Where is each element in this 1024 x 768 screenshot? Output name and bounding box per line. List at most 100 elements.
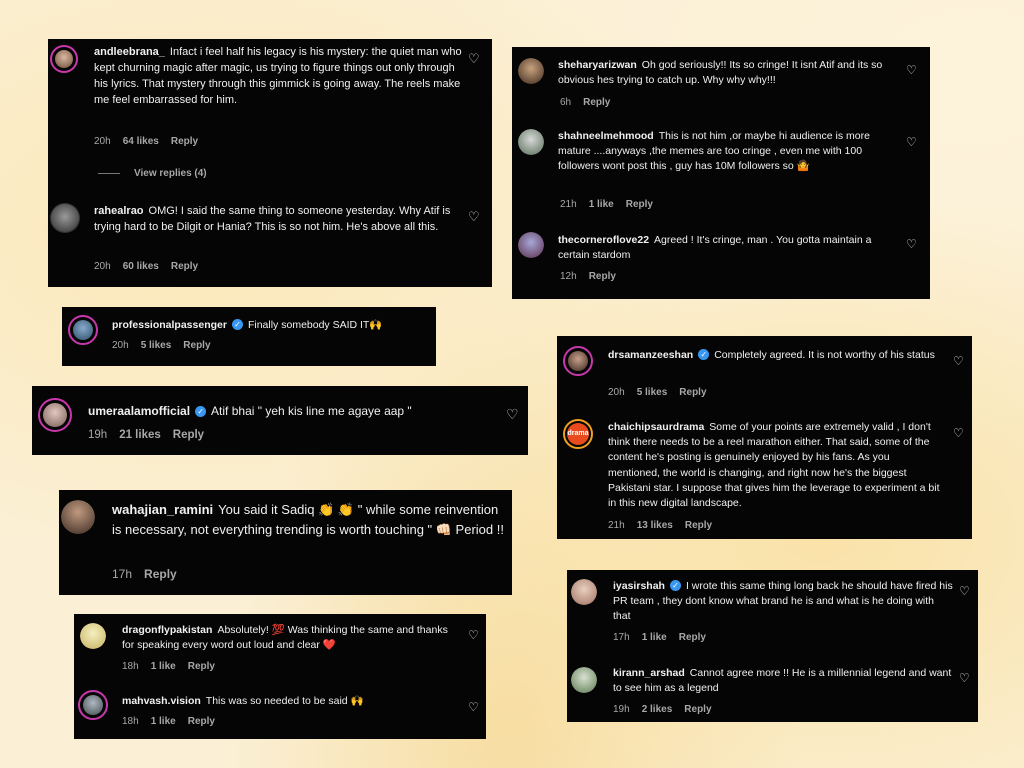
heart-icon[interactable]: ♡ — [468, 628, 479, 642]
likes-count[interactable]: 2 likes — [642, 704, 673, 715]
reply-button[interactable]: Reply — [173, 429, 204, 441]
likes-count[interactable]: 60 likes — [123, 261, 159, 272]
timestamp: 21h — [560, 199, 577, 210]
avatar[interactable] — [518, 129, 544, 155]
reply-button[interactable]: Reply — [679, 632, 706, 643]
heart-icon[interactable]: ♡ — [959, 671, 970, 685]
avatar[interactable] — [571, 579, 597, 605]
heart-icon[interactable]: ♡ — [506, 406, 519, 423]
avatar[interactable] — [80, 623, 106, 649]
username[interactable]: thecorneroflove22 — [558, 234, 649, 246]
avatar[interactable]: drama — [563, 419, 593, 449]
comment-card: professionalpassenger ✓ Finally somebody S… — [62, 307, 436, 366]
username[interactable]: chaichipsaurdrama — [608, 421, 704, 433]
comment-meta: 20h 5 likes Reply — [112, 340, 223, 351]
comment-text: sheharyarizwan Oh god seriously!! Its so … — [558, 59, 883, 87]
comment-text: thecorneroflove22 Agreed ! It's cringe, m… — [558, 234, 872, 262]
reply-button[interactable]: Reply — [144, 567, 177, 581]
likes-count[interactable]: 13 likes — [637, 520, 673, 531]
username[interactable]: sheharyarizwan — [558, 59, 637, 71]
username[interactable]: rahealrao — [94, 205, 144, 217]
verified-icon: ✓ — [231, 319, 243, 330]
avatar[interactable] — [563, 346, 593, 376]
heart-icon[interactable]: ♡ — [953, 426, 964, 440]
timestamp: 19h — [613, 704, 630, 715]
heart-icon[interactable]: ♡ — [468, 209, 480, 225]
username[interactable]: kirann_arshad — [613, 667, 685, 679]
reply-button[interactable]: Reply — [183, 340, 210, 351]
username[interactable]: mahvash.vision — [122, 695, 201, 707]
avatar[interactable] — [38, 398, 72, 432]
comment-text: shahneelmehmood This is not him ,or maybe… — [558, 130, 870, 173]
heart-icon[interactable]: ♡ — [468, 51, 480, 67]
likes-count[interactable]: 21 likes — [119, 429, 161, 441]
heart-icon[interactable]: ♡ — [953, 354, 964, 368]
heart-icon[interactable]: ♡ — [959, 584, 970, 598]
username[interactable]: wahajian_ramini — [112, 502, 213, 517]
comment-meta: 21h 13 likes Reply — [608, 520, 724, 531]
avatar[interactable] — [571, 667, 597, 693]
heart-icon[interactable]: ♡ — [906, 63, 917, 77]
comment-card: wahajian_ramini You said it Sadiq 👏 👏 " w… — [59, 490, 512, 595]
comment-meta: 21h 1 like Reply — [560, 199, 665, 210]
username[interactable]: iyasirshah — [613, 580, 665, 592]
comment-card: iyasirshah ✓ I wrote this same thing long … — [567, 570, 978, 722]
likes-count[interactable]: 1 like — [151, 661, 176, 672]
avatar[interactable] — [50, 203, 80, 233]
heart-icon[interactable]: ♡ — [906, 237, 917, 251]
reply-button[interactable]: Reply — [188, 716, 215, 727]
reply-button[interactable]: Reply — [171, 261, 198, 272]
likes-count[interactable]: 1 like — [589, 199, 614, 210]
avatar[interactable] — [50, 45, 78, 73]
reply-button[interactable]: Reply — [626, 199, 653, 210]
view-replies-button[interactable]: View replies (4) — [98, 168, 207, 179]
reply-button[interactable]: Reply — [685, 520, 712, 531]
comment-text: wahajian_ramini You said it Sadiq 👏 👏 " w… — [112, 502, 504, 537]
comment-card: drsamanzeeshan ✓ Completely agreed. It is … — [557, 336, 972, 539]
reply-button[interactable]: Reply — [583, 97, 610, 108]
heart-icon[interactable]: ♡ — [468, 700, 479, 714]
timestamp: 12h — [560, 271, 577, 282]
timestamp: 6h — [560, 97, 572, 108]
reply-button[interactable]: Reply — [589, 271, 616, 282]
likes-count[interactable]: 1 like — [642, 632, 667, 643]
comment-meta: 18h 1 like Reply — [122, 661, 227, 672]
comment-text: drsamanzeeshan ✓ Completely agreed. It is … — [608, 349, 935, 361]
avatar[interactable] — [61, 500, 95, 534]
comment-meta: 18h 1 like Reply — [122, 716, 227, 727]
avatar[interactable] — [68, 315, 98, 345]
timestamp: 17h — [112, 567, 133, 581]
reply-button[interactable]: Reply — [171, 136, 198, 147]
likes-count[interactable]: 5 likes — [637, 387, 668, 398]
avatar[interactable] — [518, 58, 544, 84]
likes-count[interactable]: 5 likes — [141, 340, 172, 351]
verified-icon: ✓ — [669, 580, 681, 591]
likes-count[interactable]: 1 like — [151, 716, 176, 727]
comment-text: chaichipsaurdrama Some of your points are… — [608, 421, 940, 510]
comment-meta: 17h Reply — [112, 567, 189, 581]
timestamp: 20h — [112, 340, 129, 351]
reply-button[interactable]: Reply — [188, 661, 215, 672]
verified-icon: ✓ — [195, 406, 207, 417]
heart-icon[interactable]: ♡ — [906, 135, 917, 149]
likes-count[interactable]: 64 likes — [123, 136, 159, 147]
timestamp: 18h — [122, 716, 139, 727]
avatar[interactable] — [78, 690, 108, 720]
comment-card: andleebrana_ Infact i feel half his legac… — [48, 39, 492, 287]
username[interactable]: professionalpassenger — [112, 319, 227, 331]
timestamp: 20h — [94, 136, 111, 147]
reply-button[interactable]: Reply — [684, 704, 711, 715]
comment-text: dragonflypakistan Absolutely! 💯 Was think… — [122, 624, 448, 652]
username[interactable]: umeraalamofficial — [88, 404, 190, 418]
reply-button[interactable]: Reply — [679, 387, 706, 398]
avatar-label: drama — [567, 423, 589, 445]
username[interactable]: dragonflypakistan — [122, 624, 212, 636]
username[interactable]: drsamanzeeshan — [608, 349, 693, 361]
avatar[interactable] — [518, 232, 544, 258]
timestamp: 20h — [608, 387, 625, 398]
divider — [98, 172, 120, 174]
username[interactable]: andleebrana_ — [94, 46, 165, 58]
comment-meta: 19h 21 likes Reply — [88, 429, 216, 441]
verified-icon: ✓ — [698, 349, 710, 360]
username[interactable]: shahneelmehmood — [558, 130, 654, 142]
